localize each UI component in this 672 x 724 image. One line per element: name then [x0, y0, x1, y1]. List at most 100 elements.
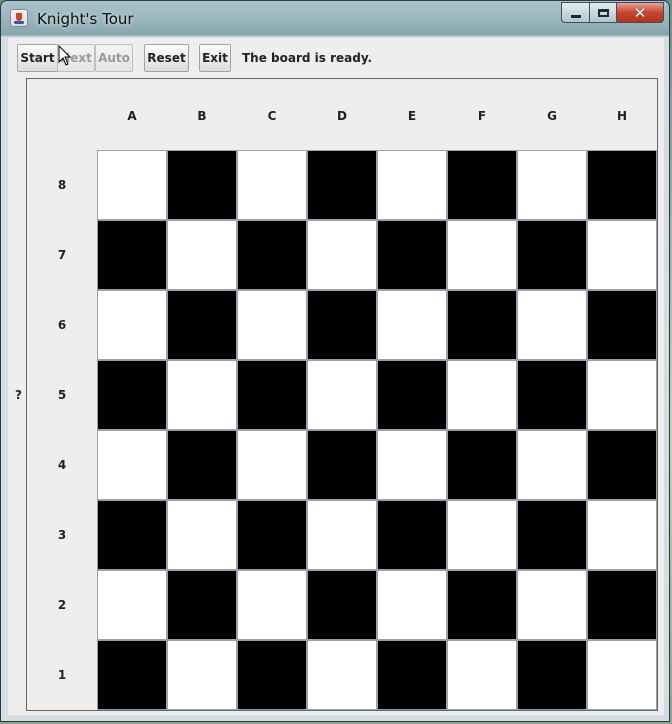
square-f6[interactable]: [447, 290, 517, 360]
square-f5[interactable]: [447, 360, 517, 430]
square-d8[interactable]: [307, 150, 377, 220]
close-button[interactable]: ✕: [616, 2, 664, 23]
square-a7[interactable]: [97, 220, 167, 290]
square-g5[interactable]: [517, 360, 587, 430]
square-g2[interactable]: [517, 570, 587, 640]
square-c6[interactable]: [237, 290, 307, 360]
square-a1[interactable]: [97, 640, 167, 710]
square-b2[interactable]: [167, 570, 237, 640]
square-f8[interactable]: [447, 150, 517, 220]
status-label: The board is ready.: [242, 51, 373, 65]
exit-button[interactable]: Exit: [199, 44, 231, 72]
square-e4[interactable]: [377, 430, 447, 500]
file-label-f: F: [477, 109, 487, 123]
square-d2[interactable]: [307, 570, 377, 640]
square-b7[interactable]: [167, 220, 237, 290]
square-c1[interactable]: [237, 640, 307, 710]
square-f1[interactable]: [447, 640, 517, 710]
square-a6[interactable]: [97, 290, 167, 360]
rank-label-3: 3: [57, 528, 67, 542]
square-h5[interactable]: [587, 360, 657, 430]
square-a2[interactable]: [97, 570, 167, 640]
square-e5[interactable]: [377, 360, 447, 430]
board-panel: A B C D E F G H 8 7 6 5 4 3 2 1: [26, 78, 658, 711]
file-label-b: B: [197, 109, 207, 123]
square-g6[interactable]: [517, 290, 587, 360]
square-c2[interactable]: [237, 570, 307, 640]
square-f7[interactable]: [447, 220, 517, 290]
rank-label-2: 2: [57, 598, 67, 612]
square-g3[interactable]: [517, 500, 587, 570]
file-label-e: E: [407, 109, 417, 123]
main-panel: ? A B C D E F G H 8 7 6 5 4 3 2 1: [8, 78, 664, 715]
square-g4[interactable]: [517, 430, 587, 500]
square-e1[interactable]: [377, 640, 447, 710]
square-h3[interactable]: [587, 500, 657, 570]
file-label-h: H: [616, 109, 628, 123]
square-d6[interactable]: [307, 290, 377, 360]
java-cup-icon[interactable]: [10, 9, 28, 27]
start-button[interactable]: Start: [17, 44, 58, 72]
square-b8[interactable]: [167, 150, 237, 220]
reset-button[interactable]: Reset: [144, 44, 189, 72]
square-f3[interactable]: [447, 500, 517, 570]
maximize-icon: [597, 8, 609, 17]
rank-label-7: 7: [57, 248, 67, 262]
square-c7[interactable]: [237, 220, 307, 290]
maximize-button[interactable]: [589, 2, 616, 23]
rank-label-5: 5: [57, 388, 67, 402]
file-label-a: A: [127, 109, 137, 123]
square-f4[interactable]: [447, 430, 517, 500]
square-e8[interactable]: [377, 150, 447, 220]
square-d7[interactable]: [307, 220, 377, 290]
square-a8[interactable]: [97, 150, 167, 220]
window-controls: ✕: [561, 2, 664, 23]
square-f2[interactable]: [447, 570, 517, 640]
square-a3[interactable]: [97, 500, 167, 570]
file-label-d: D: [337, 109, 347, 123]
square-d1[interactable]: [307, 640, 377, 710]
chess-board[interactable]: [97, 150, 657, 710]
file-label-g: G: [547, 109, 557, 123]
square-h4[interactable]: [587, 430, 657, 500]
square-h2[interactable]: [587, 570, 657, 640]
square-h8[interactable]: [587, 150, 657, 220]
rank-label-1: 1: [57, 668, 67, 682]
square-c8[interactable]: [237, 150, 307, 220]
square-h1[interactable]: [587, 640, 657, 710]
toolbar: Start Next Auto Reset Exit The board is …: [8, 38, 664, 78]
app-window: Knight's Tour ✕ Start Next Auto Reset Ex…: [0, 0, 670, 722]
square-e7[interactable]: [377, 220, 447, 290]
square-a4[interactable]: [97, 430, 167, 500]
square-d3[interactable]: [307, 500, 377, 570]
mouse-pointer-icon: [58, 45, 72, 66]
square-b6[interactable]: [167, 290, 237, 360]
square-h6[interactable]: [587, 290, 657, 360]
square-b1[interactable]: [167, 640, 237, 710]
square-d4[interactable]: [307, 430, 377, 500]
square-a5[interactable]: [97, 360, 167, 430]
title-bar[interactable]: Knight's Tour ✕: [1, 1, 669, 37]
side-marker: ?: [15, 388, 22, 402]
square-g1[interactable]: [517, 640, 587, 710]
window-title: Knight's Tour: [37, 10, 134, 28]
square-b4[interactable]: [167, 430, 237, 500]
file-label-c: C: [267, 109, 277, 123]
square-e3[interactable]: [377, 500, 447, 570]
square-g7[interactable]: [517, 220, 587, 290]
square-g8[interactable]: [517, 150, 587, 220]
square-b3[interactable]: [167, 500, 237, 570]
square-e6[interactable]: [377, 290, 447, 360]
square-h7[interactable]: [587, 220, 657, 290]
square-d5[interactable]: [307, 360, 377, 430]
close-icon: ✕: [633, 3, 647, 22]
square-e2[interactable]: [377, 570, 447, 640]
rank-label-8: 8: [57, 178, 67, 192]
square-c4[interactable]: [237, 430, 307, 500]
minimize-button[interactable]: [561, 2, 589, 23]
square-c5[interactable]: [237, 360, 307, 430]
square-c3[interactable]: [237, 500, 307, 570]
auto-button[interactable]: Auto: [95, 44, 133, 72]
rank-label-6: 6: [57, 318, 67, 332]
square-b5[interactable]: [167, 360, 237, 430]
